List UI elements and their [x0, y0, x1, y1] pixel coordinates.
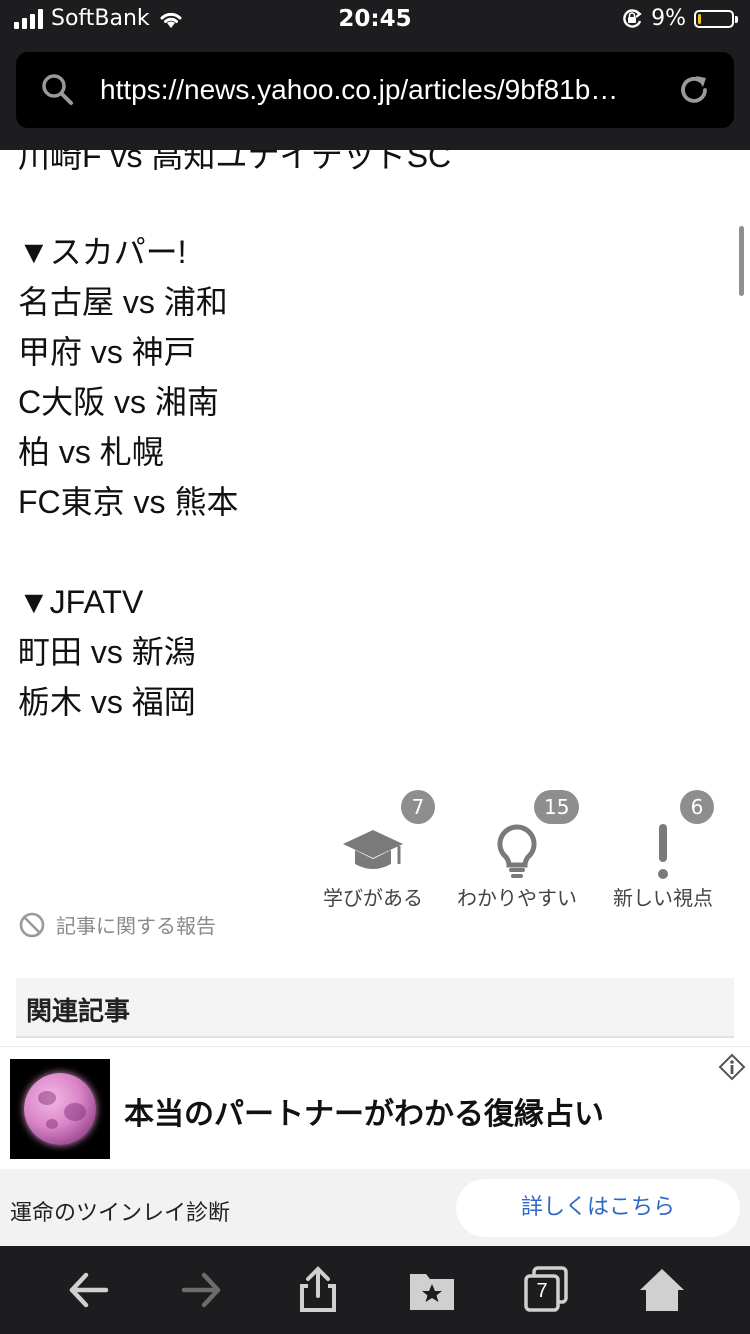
forward-arrow-icon[interactable] — [178, 1266, 226, 1314]
reload-icon[interactable] — [676, 72, 712, 108]
related-heading: 関連記事 — [26, 997, 131, 1027]
orientation-lock-icon — [623, 8, 642, 28]
lightbulb-icon — [497, 824, 537, 878]
back-arrow-icon[interactable] — [64, 1266, 112, 1314]
prohibit-icon — [19, 912, 45, 937]
reaction-label: わかりやすい — [457, 886, 577, 910]
ad-title[interactable]: 本当のパートナーがわかる復縁占い — [124, 1089, 604, 1133]
status-right: 9% — [621, 6, 738, 31]
battery-percent: 9% — [651, 6, 686, 31]
moon — [24, 1073, 96, 1145]
related-articles-header: 関連記事 — [16, 978, 734, 1038]
browser-chrome: https://news.yahoo.co.jp/articles/9bf81b… — [0, 40, 750, 150]
search-icon — [42, 74, 73, 105]
browser-toolbar: 7 — [0, 1246, 750, 1334]
bookmarks-icon[interactable] — [408, 1266, 456, 1314]
ad-subtitle: 運命のツインレイ診断 — [10, 1201, 231, 1226]
scrollbar[interactable] — [739, 226, 744, 296]
home-icon[interactable] — [638, 1266, 686, 1314]
tabs-button[interactable]: 7 — [522, 1266, 570, 1314]
article-line: 町田 vs 新潟 — [18, 634, 196, 670]
reaction-count-badge: 6 — [680, 790, 714, 824]
reaction-count-badge: 15 — [534, 790, 580, 824]
ad-info-icon[interactable] — [718, 1053, 746, 1081]
report-label: 記事に関する報告 — [56, 914, 216, 938]
section-heading: ▼スカパー! — [18, 234, 187, 270]
reaction-label: 学びがある — [323, 886, 423, 910]
reaction-clear-button[interactable]: 15 わかりやすい — [452, 790, 582, 910]
article-line: 栃木 vs 福岡 — [18, 684, 196, 720]
ad-banner[interactable]: 本当のパートナーがわかる復縁占い 運命のツインレイ診断 詳しくはこちら — [0, 1046, 750, 1247]
article-line: 柏 vs 札幌 — [18, 434, 164, 470]
article-line: 川崎F vs 高知ユナイテッドSC — [18, 150, 452, 174]
section-heading: ▼JFATV — [18, 584, 144, 620]
article-line: C大阪 vs 湘南 — [18, 384, 219, 420]
battery-icon — [694, 9, 738, 28]
battery-level — [698, 13, 701, 24]
graduation-cap-icon — [343, 830, 403, 869]
status-bar: SoftBank 20:45 9% — [0, 0, 750, 40]
ad-footer: 運命のツインレイ診断 詳しくはこちら — [0, 1169, 750, 1247]
pink-moon-image[interactable] — [10, 1059, 110, 1159]
article-body: 川崎F vs 高知ユナイテッドSC ▼スカパー! 名古屋 vs 浦和 甲府 vs… — [0, 150, 750, 790]
report-link[interactable]: 記事に関する報告 — [18, 910, 216, 939]
article-line: 甲府 vs 神戸 — [18, 334, 196, 370]
share-icon[interactable] — [294, 1266, 342, 1314]
reaction-label: 新しい視点 — [613, 886, 713, 910]
reaction-learning-button[interactable]: 7 学びがある — [308, 790, 438, 910]
url-text[interactable]: https://news.yahoo.co.jp/articles/9bf81b… — [100, 74, 680, 106]
exclamation-icon — [658, 824, 668, 879]
address-bar[interactable]: https://news.yahoo.co.jp/articles/9bf81b… — [16, 52, 734, 128]
article-line: FC東京 vs 熊本 — [18, 484, 239, 520]
article-line: 名古屋 vs 浦和 — [18, 284, 228, 320]
tabs-count: 7 — [536, 1280, 548, 1302]
reaction-new-perspective-button[interactable]: 6 新しい視点 — [598, 790, 728, 910]
reaction-count-badge: 7 — [401, 790, 435, 824]
ad-cta-button[interactable]: 詳しくはこちら — [456, 1179, 740, 1237]
